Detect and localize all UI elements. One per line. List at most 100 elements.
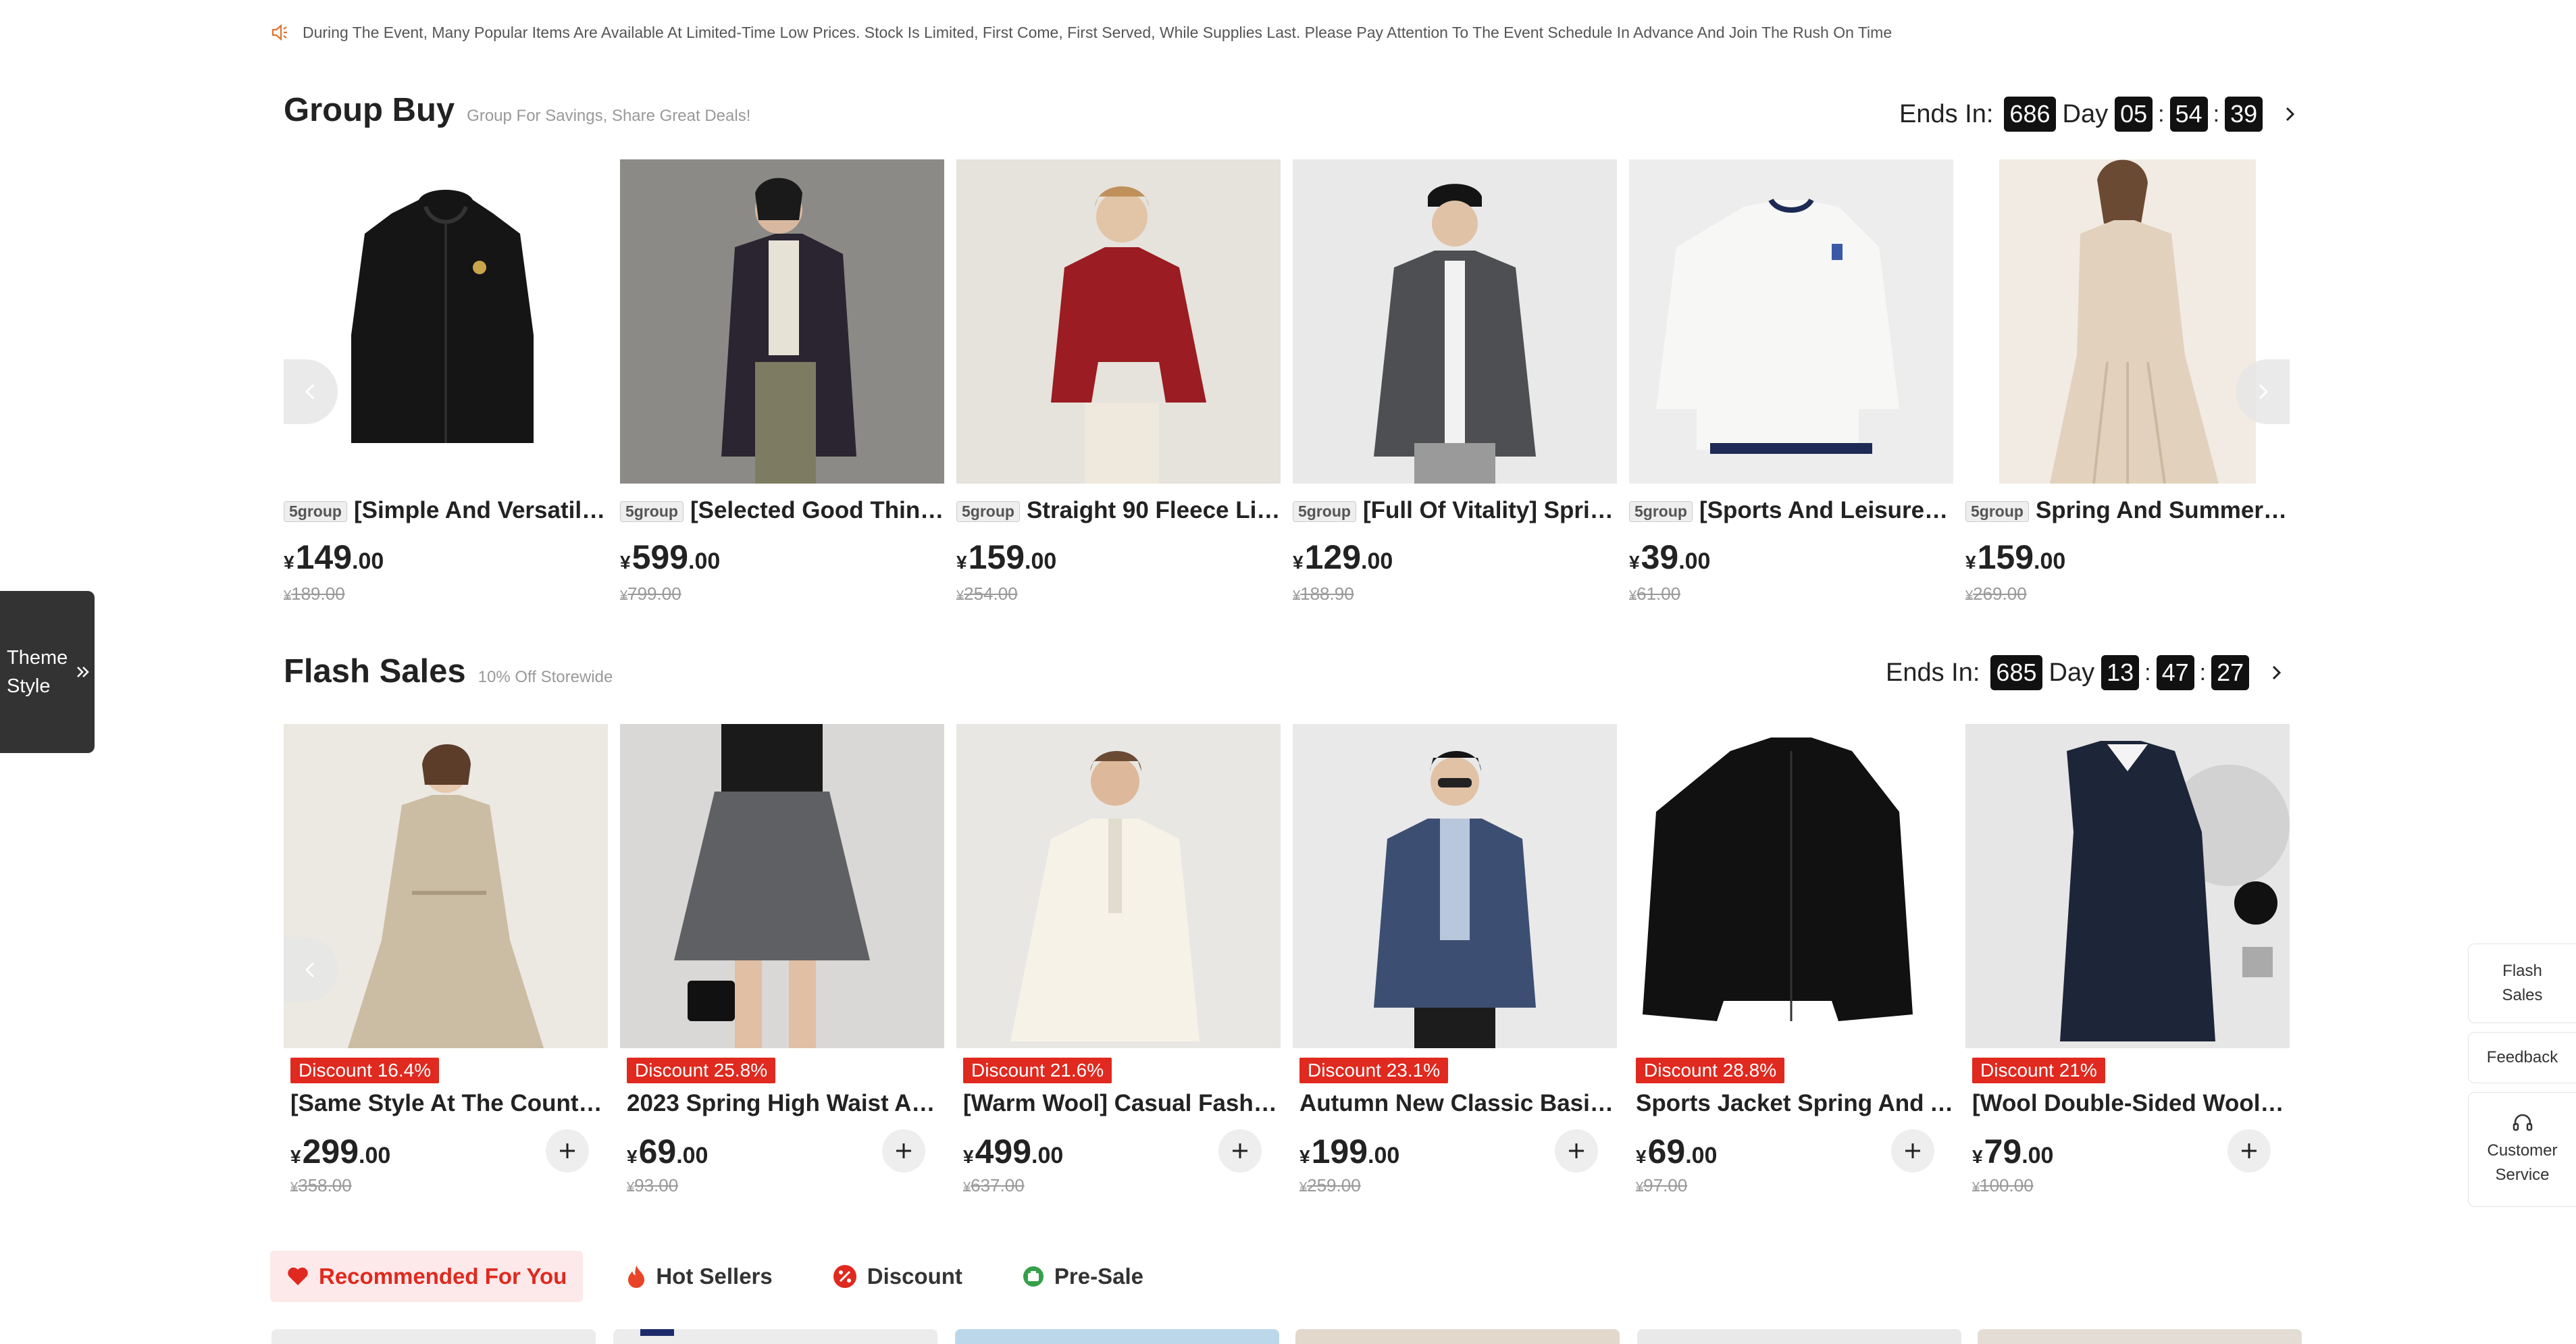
tab-recommended[interactable]: Recommended For You — [270, 1251, 584, 1302]
flash-sales-header: Flash Sales 10% Off Storewide — [284, 652, 613, 690]
product-card[interactable]: 5group Straight 90 Fleece Lig... ¥159.00 … — [956, 159, 1281, 604]
add-to-cart-button[interactable] — [2227, 1129, 2271, 1172]
product-card[interactable]: Discount 25.8% 2023 Spring High Waist An… — [620, 724, 944, 1196]
notice-bar: During The Event, Many Popular Items Are… — [270, 19, 1892, 46]
tab-label: Recommended For You — [319, 1264, 567, 1289]
countdown-label: Ends In: — [1899, 99, 1994, 128]
add-to-cart-button[interactable] — [1891, 1129, 1934, 1172]
original-price: ¥100.00 — [1972, 1175, 2034, 1195]
product-image[interactable] — [1965, 159, 2290, 484]
product-name[interactable]: [Warm Wool] Casual Fashio... — [956, 1090, 1281, 1117]
discount-icon — [833, 1265, 856, 1288]
group-tag: 5group — [1965, 501, 2029, 523]
product-name[interactable]: Spring And Summer S... — [2036, 497, 2290, 523]
original-price: ¥358.00 — [290, 1175, 352, 1195]
group-buy-subtitle: Group For Savings, Share Great Deals! — [467, 107, 751, 125]
plus-icon — [2242, 1143, 2257, 1158]
add-to-cart-button[interactable] — [546, 1129, 589, 1172]
side-feedback-button[interactable]: Feedback — [2468, 1032, 2576, 1083]
countdown-colon: : — [2213, 101, 2220, 127]
product-image[interactable] — [956, 159, 1281, 484]
countdown-seconds: 27 — [2211, 655, 2250, 690]
chevron-right-icon[interactable] — [2283, 104, 2298, 124]
plus-icon — [1905, 1143, 1920, 1158]
product-card[interactable]: Discount 21% [Wool Double-Sided Wool &..… — [1965, 724, 2290, 1196]
product-card[interactable]: Discount 21.6% [Warm Wool] Casual Fashio… — [956, 724, 1281, 1196]
tab-hot-sellers[interactable]: Hot Sellers — [610, 1251, 788, 1302]
product-image[interactable] — [1293, 159, 1617, 484]
product-name[interactable]: Autumn New Classic Basic ... — [1293, 1090, 1617, 1117]
product-price: ¥159.00 — [956, 538, 1057, 576]
chevron-right-icon[interactable] — [2269, 663, 2284, 683]
double-chevron-right-icon — [77, 667, 89, 677]
discount-badge: Discount 28.8% — [1636, 1058, 1785, 1083]
product-image[interactable] — [1629, 724, 1953, 1048]
product-name[interactable]: [Wool Double-Sided Wool &... — [1965, 1090, 2290, 1117]
tab-pre-sale[interactable]: Pre-Sale — [1006, 1251, 1160, 1302]
product-image[interactable] — [284, 159, 608, 484]
group-tag: 5group — [1293, 501, 1356, 523]
countdown-hours: 05 — [2115, 97, 2153, 132]
theme-style-tab[interactable]: Theme Style — [0, 591, 95, 753]
flame-icon — [628, 1265, 645, 1288]
product-card[interactable]: 5group [Sports And Leisure] S... ¥39.00 ¥… — [1629, 159, 1953, 604]
original-price: ¥254.00 — [956, 584, 1018, 604]
product-price: ¥129.00 — [1293, 538, 1393, 576]
countdown-colon: : — [2144, 659, 2151, 686]
product-card[interactable]: 5group [Selected Good Thing... ¥599.00 ¥7… — [620, 159, 944, 604]
product-image[interactable] — [620, 724, 944, 1048]
countdown-minutes: 54 — [2169, 97, 2208, 132]
plus-icon — [1233, 1143, 1247, 1158]
group-buy-header: Group Buy Group For Savings, Share Great… — [284, 91, 750, 129]
group-buy-countdown: Ends In: 686 Day 05 : 54 : 39 — [1899, 97, 2298, 132]
countdown-seconds: 39 — [2225, 97, 2263, 132]
product-name[interactable]: Straight 90 Fleece Lig... — [1027, 497, 1281, 523]
add-to-cart-button[interactable] — [882, 1129, 925, 1172]
product-name[interactable]: 2023 Spring High Waist And... — [620, 1090, 944, 1117]
next-row-card-peek — [272, 1329, 596, 1344]
product-name[interactable]: Sports Jacket Spring And A... — [1629, 1090, 1953, 1117]
add-to-cart-button[interactable] — [1555, 1129, 1598, 1172]
product-card[interactable]: Discount 28.8% Sports Jacket Spring And … — [1629, 724, 1953, 1196]
product-name[interactable]: [Selected Good Thing... — [690, 497, 944, 523]
presale-icon — [1023, 1266, 1044, 1287]
chevron-left-icon — [305, 962, 315, 978]
group-tag: 5group — [956, 501, 1020, 523]
product-name[interactable]: [Full Of Vitality] Spring... — [1363, 497, 1617, 523]
countdown-label: Ends In: — [1886, 658, 1980, 687]
product-name[interactable]: [Simple And Versatile] ... — [354, 497, 608, 523]
countdown-colon: : — [2158, 101, 2165, 127]
original-price: ¥799.00 — [620, 584, 681, 604]
product-image[interactable] — [620, 159, 944, 484]
countdown-day-label: Day — [2062, 99, 2109, 128]
countdown-days: 685 — [1990, 655, 2042, 690]
speaker-icon — [270, 22, 290, 43]
discount-badge: Discount 21.6% — [963, 1058, 1112, 1083]
next-row-card-peek — [955, 1329, 1279, 1344]
discount-badge: Discount 23.1% — [1299, 1058, 1449, 1083]
flash-sales-countdown: Ends In: 685 Day 13 : 47 : 27 — [1886, 655, 2284, 690]
product-name[interactable]: [Sports And Leisure] S... — [1699, 497, 1953, 523]
product-card[interactable]: Discount 23.1% Autumn New Classic Basic … — [1293, 724, 1617, 1196]
product-image[interactable] — [284, 724, 608, 1048]
product-image[interactable] — [956, 724, 1281, 1048]
tab-discount[interactable]: Discount — [816, 1251, 979, 1302]
product-card[interactable]: 5group [Full Of Vitality] Spring... ¥129.… — [1293, 159, 1617, 604]
product-price: ¥149.00 — [284, 538, 384, 576]
theme-style-label: Theme Style — [7, 647, 68, 697]
product-image[interactable] — [1965, 724, 2290, 1048]
add-to-cart-button[interactable] — [1218, 1129, 1262, 1172]
original-price: ¥97.00 — [1636, 1175, 1688, 1195]
side-customer-service-button[interactable]: Customer Service — [2468, 1092, 2576, 1207]
product-name[interactable]: [Same Style At The Counter... — [284, 1090, 608, 1117]
heart-icon — [288, 1267, 308, 1285]
side-customer-service-label: Customer Service — [2487, 1141, 2558, 1184]
product-image[interactable] — [1629, 159, 1953, 484]
side-flash-sales-button[interactable]: Flash Sales — [2468, 944, 2576, 1023]
original-price: ¥93.00 — [627, 1175, 679, 1195]
chevron-right-icon — [2259, 384, 2269, 400]
plus-icon — [560, 1143, 575, 1158]
original-price: ¥269.00 — [1965, 584, 2027, 604]
product-image[interactable] — [1293, 724, 1617, 1048]
original-price: ¥61.00 — [1629, 584, 1681, 604]
